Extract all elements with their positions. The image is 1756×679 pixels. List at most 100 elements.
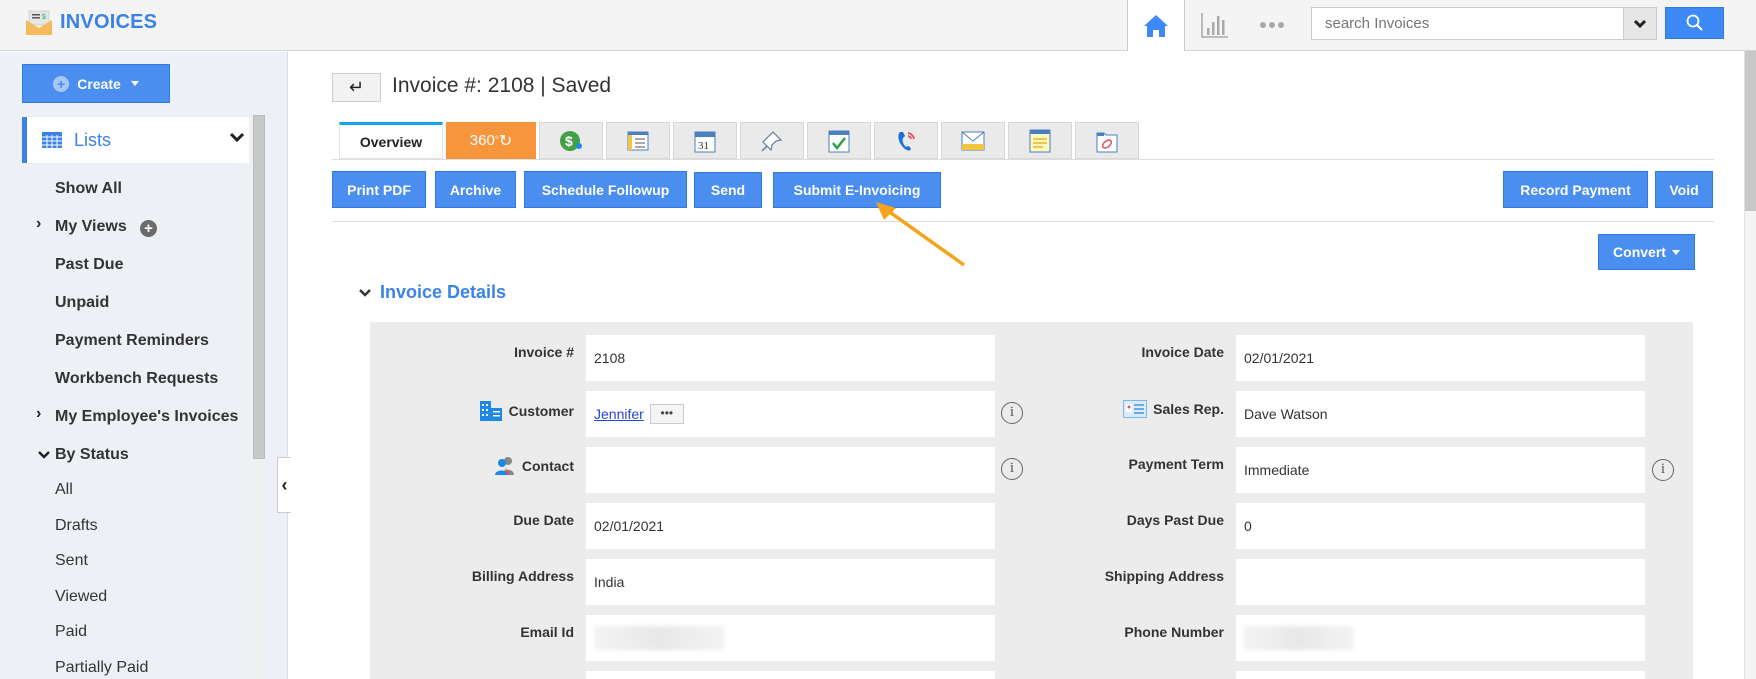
label-text: Phone Number: [1124, 624, 1224, 640]
app-title: INVOICES: [60, 11, 158, 33]
redacted-value: [1244, 626, 1354, 650]
nav-workbench-requests[interactable]: Workbench Requests: [55, 370, 218, 388]
phone-number-field[interactable]: [1236, 615, 1645, 661]
chevron-right-icon[interactable]: ›: [36, 215, 41, 233]
calendar-grid-icon: [42, 132, 62, 148]
search-icon: [1686, 14, 1703, 31]
tab-tasks[interactable]: [807, 122, 871, 159]
tab-overview[interactable]: Overview: [339, 122, 443, 159]
chevron-down-icon: [229, 132, 245, 143]
void-button[interactable]: Void: [1655, 171, 1713, 208]
nav-show-all[interactable]: Show All: [55, 180, 122, 198]
record-payment-button[interactable]: Record Payment: [1503, 171, 1648, 208]
payment-term-field[interactable]: Immediate: [1236, 447, 1645, 493]
email-id-field[interactable]: [586, 615, 995, 661]
chevron-right-icon[interactable]: ›: [36, 405, 41, 423]
page-scrollbar[interactable]: [1744, 51, 1756, 679]
tab-email[interactable]: [941, 122, 1005, 159]
create-button[interactable]: + Create: [22, 64, 170, 103]
page-scroll-thumb[interactable]: [1745, 51, 1756, 211]
tab-notes[interactable]: [1008, 122, 1072, 159]
field-label: Due Date: [374, 512, 574, 528]
tab-360[interactable]: 360 ° ↻: [446, 122, 536, 159]
tab-forms[interactable]: [606, 122, 670, 159]
next-field-partial: [586, 671, 995, 679]
days-past-due-field[interactable]: 0: [1236, 503, 1645, 549]
refresh-glyph: ↻: [498, 132, 513, 150]
nav-my-views[interactable]: My Views: [55, 218, 127, 236]
archive-button[interactable]: Archive: [435, 171, 516, 208]
back-button[interactable]: ↵: [332, 73, 381, 102]
customer-field: Jennifer •••: [586, 391, 995, 437]
tab-payments[interactable]: $: [539, 122, 603, 159]
status-paid[interactable]: Paid: [55, 623, 87, 641]
invoice-details-header[interactable]: Invoice Details: [358, 282, 506, 303]
svg-text:31: 31: [698, 140, 709, 152]
field-label: Invoice Date: [1024, 344, 1224, 360]
status-drafts[interactable]: Drafts: [55, 517, 98, 535]
invoice-number-field[interactable]: 2108: [586, 335, 995, 381]
tab-pin[interactable]: [740, 122, 804, 159]
billing-address-field[interactable]: India: [586, 559, 995, 605]
home-button[interactable]: [1127, 0, 1185, 51]
label-text: Invoice Date: [1141, 344, 1224, 360]
reports-button[interactable]: [1196, 10, 1234, 40]
info-icon[interactable]: i: [1001, 458, 1023, 480]
svg-text:$: $: [42, 14, 46, 21]
lists-label: Lists: [74, 129, 112, 150]
info-icon[interactable]: i: [1652, 459, 1674, 481]
schedule-followup-button[interactable]: Schedule Followup: [524, 171, 687, 208]
nav-unpaid[interactable]: Unpaid: [55, 294, 109, 312]
lists-header[interactable]: Lists: [22, 117, 249, 163]
email-icon: [961, 131, 985, 150]
chevron-down-icon[interactable]: [37, 450, 51, 460]
label-text: Billing Address: [471, 568, 574, 584]
search-dropdown-button[interactable]: [1623, 7, 1657, 40]
svg-text:$: $: [565, 133, 573, 149]
info-icon[interactable]: i: [1001, 402, 1023, 424]
convert-button[interactable]: Convert: [1598, 234, 1695, 270]
field-label: Shipping Address: [1024, 568, 1224, 584]
search-button[interactable]: [1665, 7, 1724, 39]
field-label: Invoice #: [374, 344, 574, 360]
status-viewed[interactable]: Viewed: [55, 588, 107, 606]
create-label: Create: [77, 75, 121, 92]
sales-rep-card-icon: [1123, 400, 1148, 418]
back-arrow-icon: ↵: [348, 77, 365, 97]
search-input[interactable]: [1311, 7, 1625, 40]
status-all[interactable]: All: [55, 481, 73, 499]
customer-more-button[interactable]: •••: [649, 404, 684, 424]
collapse-sidebar-button[interactable]: ‹: [277, 457, 291, 513]
due-date-field[interactable]: 02/01/2021: [586, 503, 995, 549]
sales-rep-field[interactable]: Dave Watson: [1236, 391, 1645, 437]
label-text: Days Past Due: [1126, 512, 1224, 528]
dot: [1269, 22, 1275, 28]
nav-my-employees-invoices[interactable]: My Employee's Invoices: [55, 408, 238, 426]
convert-label: Convert: [1613, 244, 1666, 260]
add-view-icon[interactable]: +: [140, 220, 157, 237]
status-partially-paid[interactable]: Partially Paid: [55, 659, 148, 677]
tab-attachments[interactable]: [1075, 122, 1139, 159]
page-title: Invoice #: 2108 | Saved: [392, 74, 612, 97]
contact-field[interactable]: [586, 447, 995, 493]
annotation-arrow-icon: [876, 202, 966, 267]
tab-calls[interactable]: [874, 122, 938, 159]
status-sent[interactable]: Sent: [55, 552, 88, 570]
invoice-date-field[interactable]: 02/01/2021: [1236, 335, 1645, 381]
nav-payment-reminders[interactable]: Payment Reminders: [55, 332, 209, 350]
bar-chart-icon: [1201, 13, 1228, 38]
shipping-address-field[interactable]: [1236, 559, 1645, 605]
more-options-button[interactable]: [1254, 12, 1290, 38]
nav-past-due[interactable]: Past Due: [55, 256, 123, 274]
label-text: Invoice #: [514, 344, 574, 360]
submit-e-invoicing-button[interactable]: Submit E-Invoicing: [773, 172, 941, 208]
send-button[interactable]: Send: [694, 172, 762, 208]
sidebar-scrollbar[interactable]: [253, 115, 265, 679]
tab-calendar[interactable]: 31: [673, 122, 737, 159]
customer-link[interactable]: Jennifer: [594, 406, 644, 422]
tab-360-label: 360: [469, 132, 495, 149]
sidebar-scroll-thumb[interactable]: [253, 115, 265, 459]
dollar-icon: $: [560, 130, 582, 151]
print-pdf-button[interactable]: Print PDF: [332, 171, 426, 208]
nav-by-status[interactable]: By Status: [55, 446, 129, 464]
